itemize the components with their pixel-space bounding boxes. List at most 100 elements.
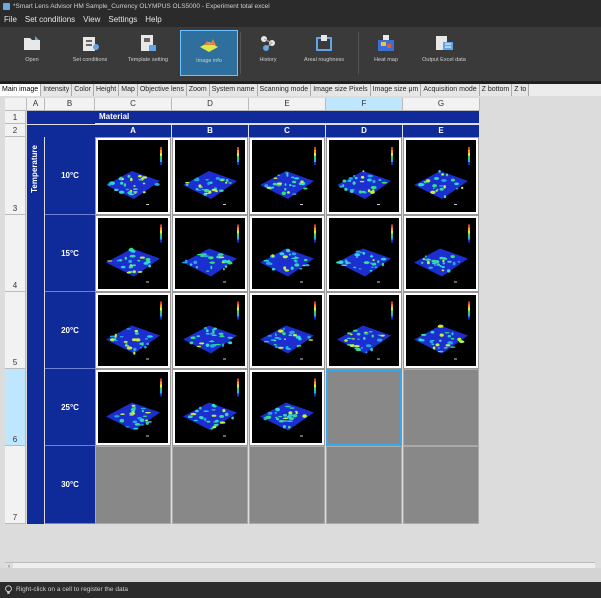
column-header-b[interactable]: B (45, 98, 95, 111)
tab-scanning-mode[interactable]: Scanning mode (257, 84, 312, 96)
row-header-5[interactable]: 5 (5, 292, 26, 369)
lightbulb-icon (5, 585, 12, 594)
tab-main-image[interactable]: Main image (0, 84, 42, 96)
material-a[interactable]: A (95, 124, 172, 138)
tab-height[interactable]: Height (94, 84, 120, 96)
height-map-thumbnail-d-1[interactable] (326, 137, 402, 215)
empty-data-cell[interactable] (172, 446, 248, 524)
height-map-image (252, 140, 322, 212)
height-map-thumbnail-e-3[interactable] (403, 292, 479, 369)
height-map-image (175, 372, 245, 443)
column-header-e[interactable]: E (249, 98, 326, 111)
empty-data-cell[interactable] (95, 446, 171, 524)
history-button[interactable]: History (248, 30, 288, 74)
output-excel-button[interactable]: Output Excel data (414, 30, 474, 74)
sheet-bottom-area (0, 568, 601, 582)
height-map-thumbnail-d-3[interactable] (326, 292, 402, 369)
template-icon (141, 35, 156, 51)
menu-view[interactable]: View (79, 15, 104, 24)
open-button[interactable]: Open (14, 30, 50, 74)
menu-help[interactable]: Help (141, 15, 165, 24)
temperature-10[interactable]: 10°C (45, 137, 95, 215)
heat-map-button[interactable]: Heat map (366, 30, 406, 74)
material-c[interactable]: C (249, 124, 326, 138)
material-header[interactable]: Material (95, 111, 479, 123)
corner-cell[interactable] (5, 98, 27, 111)
height-map-thumbnail-b-4[interactable] (172, 369, 248, 446)
empty-data-cell[interactable] (326, 446, 402, 524)
status-text: Right-click on a cell to register the da… (16, 586, 128, 593)
temperature-25[interactable]: 25°C (45, 369, 95, 446)
tab-map[interactable]: Map (119, 84, 138, 96)
height-map-thumbnail-c-2[interactable] (249, 215, 325, 292)
height-map-image (175, 295, 245, 366)
temperature-20[interactable]: 20°C (45, 292, 95, 369)
tab-acquisition-mode[interactable]: Acquisition mode (421, 84, 480, 96)
height-map-thumbnail-b-2[interactable] (172, 215, 248, 292)
tab-intensity[interactable]: Intensity (41, 84, 73, 96)
temperature-axis[interactable]: Temperature (27, 137, 44, 524)
height-map-thumbnail-d-2[interactable] (326, 215, 402, 292)
empty-data-cell[interactable] (326, 369, 402, 446)
height-map-thumbnail-c-1[interactable] (249, 137, 325, 215)
empty-data-cell[interactable] (403, 446, 479, 524)
row-header-4[interactable]: 4 (5, 215, 26, 292)
status-bar: Right-click on a cell to register the da… (0, 582, 601, 598)
toolbar-separator (240, 32, 241, 74)
height-map-image (406, 140, 476, 212)
row-header-7[interactable]: 7 (5, 446, 26, 524)
set-conditions-button[interactable]: Set conditions (64, 30, 116, 74)
tab-objective-lens[interactable]: Objective lens (137, 84, 187, 96)
height-map-image (175, 218, 245, 289)
temperature-30[interactable]: 30°C (45, 446, 95, 524)
menu-bar: File Set conditions View Settings Help (0, 13, 601, 27)
row-header-3[interactable]: 3 (5, 137, 26, 215)
height-map-thumbnail-a-3[interactable] (95, 292, 171, 369)
menu-set-conditions[interactable]: Set conditions (21, 15, 79, 24)
tab-z-bottom[interactable]: Z bottom (479, 84, 513, 96)
material-e[interactable]: E (403, 124, 480, 138)
height-map-thumbnail-a-2[interactable] (95, 215, 171, 292)
folder-open-icon (24, 36, 40, 50)
column-header-d[interactable]: D (172, 98, 249, 111)
menu-file[interactable]: File (0, 15, 21, 24)
app-icon (3, 3, 10, 10)
height-map-thumbnail-e-1[interactable] (403, 137, 479, 215)
header-filler (27, 111, 95, 124)
column-header-c[interactable]: C (95, 98, 172, 111)
height-map-thumbnail-c-4[interactable] (249, 369, 325, 446)
areal-roughness-button[interactable]: Areal roughness (296, 30, 352, 74)
column-header-g[interactable]: G (403, 98, 480, 111)
row-header-2[interactable]: 2 (5, 124, 26, 137)
material-b[interactable]: B (172, 124, 249, 138)
areal-roughness-icon (316, 35, 332, 51)
title-bar: *Smart Lens Advisor HM Sample_Currency O… (0, 0, 601, 13)
tab-z-top[interactable]: Z to (512, 84, 530, 96)
material-d[interactable]: D (326, 124, 403, 138)
tab-zoom[interactable]: Zoom (186, 84, 210, 96)
image-info-button[interactable]: Image info (180, 30, 238, 76)
template-setting-button[interactable]: Template setting (120, 30, 176, 74)
column-header-a[interactable]: A (27, 98, 45, 111)
height-map-image (329, 140, 399, 212)
tab-image-size-pixels[interactable]: Image size Pixels (311, 84, 371, 96)
column-header-f[interactable]: F (326, 98, 403, 111)
empty-data-cell[interactable] (249, 446, 325, 524)
height-map-thumbnail-a-4[interactable] (95, 369, 171, 446)
height-map-thumbnail-c-3[interactable] (249, 292, 325, 369)
temperature-15[interactable]: 15°C (45, 215, 95, 292)
menu-settings[interactable]: Settings (104, 15, 141, 24)
height-map-thumbnail-b-1[interactable] (172, 137, 248, 215)
height-map-image (252, 372, 322, 443)
height-map-thumbnail-a-1[interactable] (95, 137, 171, 215)
row-header-1[interactable]: 1 (5, 111, 26, 124)
empty-data-cell[interactable] (403, 369, 479, 446)
height-map-image (329, 295, 399, 366)
row-header-6[interactable]: 6 (5, 369, 26, 446)
tab-image-size-um[interactable]: Image size μm (370, 84, 422, 96)
tab-system-name[interactable]: System name (209, 84, 258, 96)
tab-color[interactable]: Color (72, 84, 94, 96)
height-map-thumbnail-e-2[interactable] (403, 215, 479, 292)
height-map-thumbnail-b-3[interactable] (172, 292, 248, 369)
toolbar: Open Set conditions Template setting Ima… (0, 27, 601, 82)
